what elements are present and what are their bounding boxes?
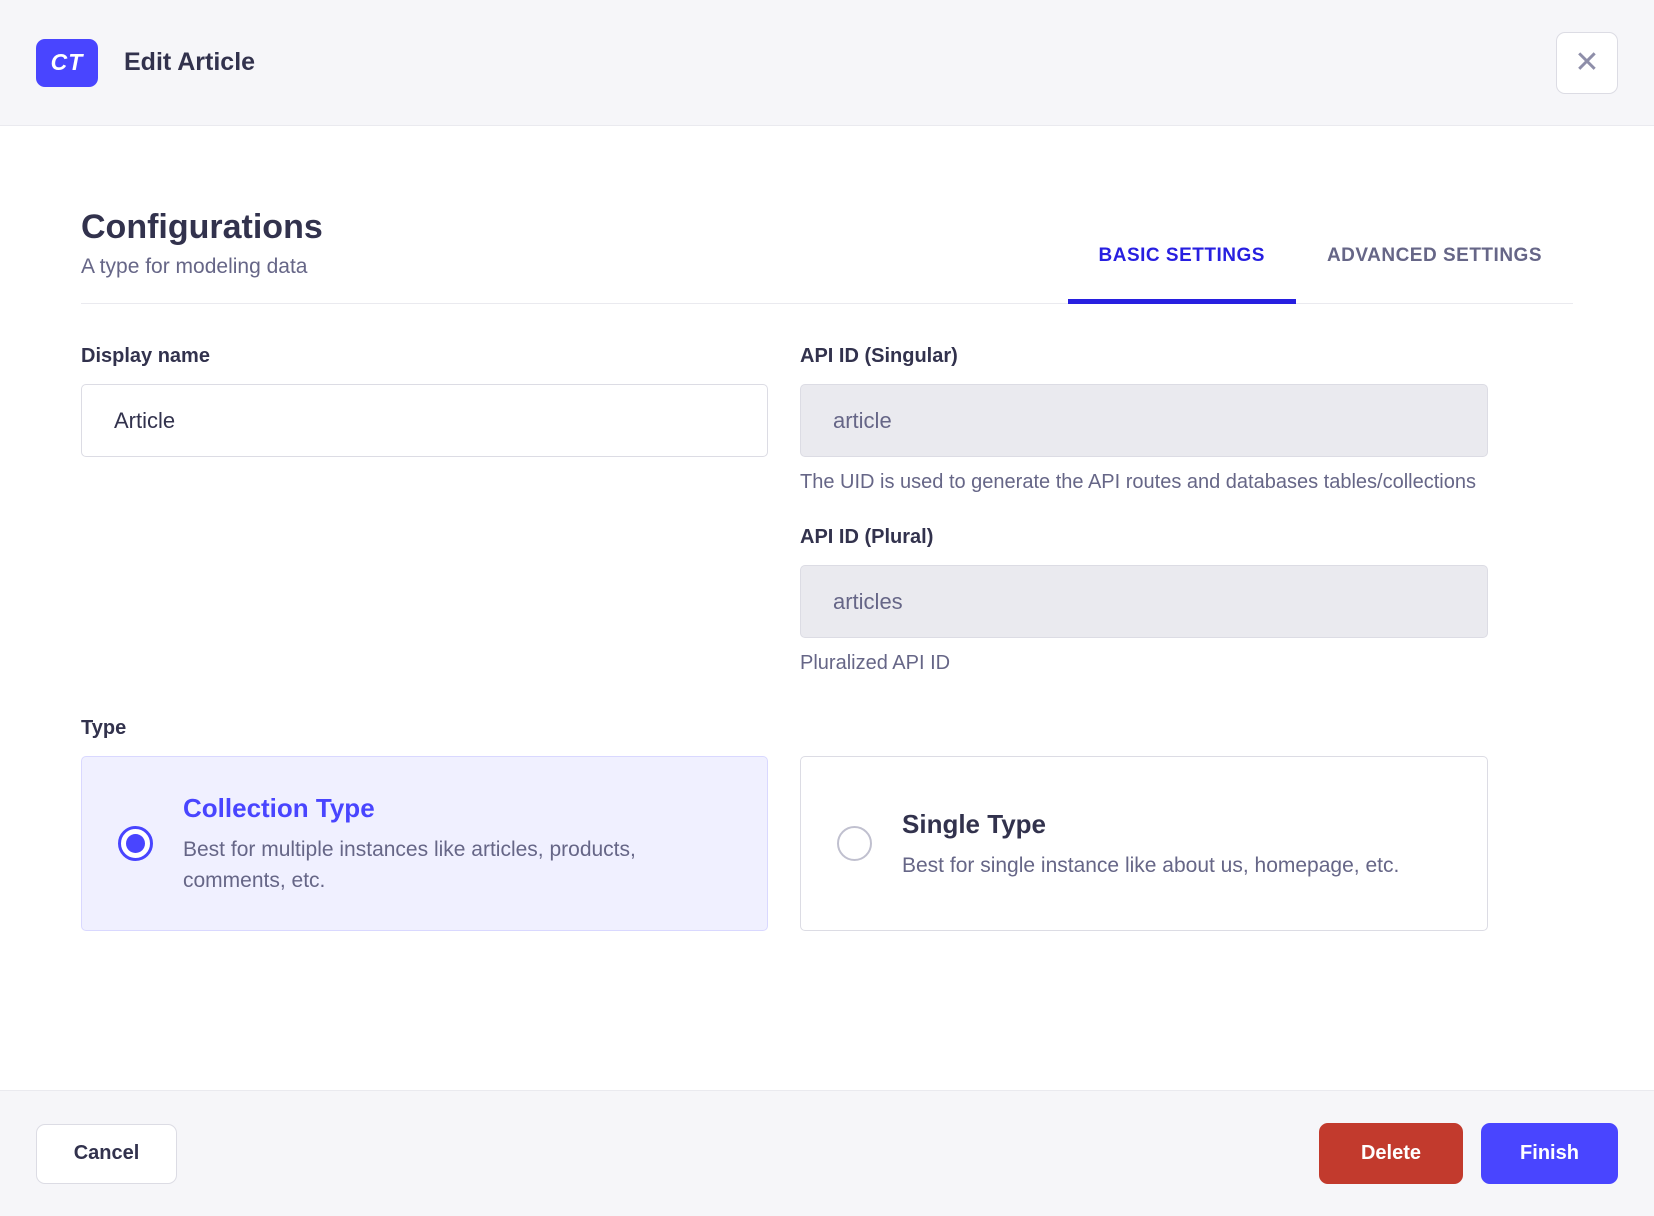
display-name-label: Display name bbox=[81, 345, 210, 367]
type-option-single[interactable]: Single Type Best for single instance lik… bbox=[800, 756, 1488, 931]
close-icon: ✕ bbox=[1574, 45, 1600, 79]
close-button[interactable]: ✕ bbox=[1556, 31, 1618, 94]
modal-header: CT Edit Article ✕ bbox=[0, 0, 1654, 126]
modal-title: Edit Article bbox=[124, 48, 256, 76]
single-type-title: Single Type bbox=[902, 808, 1046, 839]
single-type-description: Best for single instance like about us, … bbox=[902, 853, 1400, 877]
radio-single-type-icon[interactable] bbox=[837, 826, 872, 861]
content-type-badge-label: CT bbox=[50, 49, 84, 75]
footer-actions: Delete Finish bbox=[1319, 1123, 1618, 1184]
section-header: Configurations A type for modeling data … bbox=[81, 205, 1573, 304]
form-column-left: Display name bbox=[81, 342, 768, 678]
cancel-button[interactable]: Cancel bbox=[36, 1123, 177, 1184]
collection-type-texts: Collection Type Best for multiple instan… bbox=[183, 791, 728, 896]
api-id-plural-hint: Pluralized API ID bbox=[800, 652, 951, 674]
tab-advanced-settings[interactable]: ADVANCED SETTINGS bbox=[1296, 245, 1573, 303]
display-name-input[interactable] bbox=[81, 384, 768, 457]
api-id-singular-field: API ID (Singular) The UID is used to gen… bbox=[800, 342, 1488, 497]
api-id-plural-label: API ID (Plural) bbox=[800, 526, 934, 548]
collection-type-title: Collection Type bbox=[183, 793, 375, 823]
type-section-label: Type bbox=[81, 717, 127, 739]
api-id-singular-hint: The UID is used to generate the API rout… bbox=[800, 471, 1476, 493]
api-id-singular-input bbox=[800, 384, 1488, 457]
collection-type-description: Best for multiple instances like article… bbox=[183, 838, 636, 892]
page-title: Configurations bbox=[81, 208, 323, 246]
display-name-field: Display name bbox=[81, 342, 768, 457]
api-id-singular-label: API ID (Singular) bbox=[800, 345, 958, 367]
section-titles: Configurations A type for modeling data bbox=[81, 205, 323, 303]
api-id-plural-field: API ID (Plural) Pluralized API ID bbox=[800, 523, 1488, 678]
radio-collection-type-icon[interactable] bbox=[118, 826, 153, 861]
page-subtitle: A type for modeling data bbox=[81, 255, 308, 278]
content-type-badge: CT bbox=[36, 38, 98, 87]
single-type-texts: Single Type Best for single instance lik… bbox=[902, 807, 1399, 881]
modal-body: Configurations A type for modeling data … bbox=[0, 126, 1654, 931]
api-id-plural-input bbox=[800, 565, 1488, 638]
tab-basic-settings[interactable]: BASIC SETTINGS bbox=[1067, 245, 1297, 304]
type-option-collection[interactable]: Collection Type Best for multiple instan… bbox=[81, 756, 768, 931]
delete-button[interactable]: Delete bbox=[1319, 1123, 1463, 1184]
settings-tabs: BASIC SETTINGS ADVANCED SETTINGS bbox=[1067, 245, 1573, 304]
configuration-form: Display name API ID (Singular) The UID i… bbox=[81, 342, 1488, 678]
modal-footer: Cancel Delete Finish bbox=[0, 1090, 1654, 1216]
radio-selected-dot bbox=[126, 834, 145, 853]
type-options: Collection Type Best for multiple instan… bbox=[81, 756, 1488, 931]
finish-button[interactable]: Finish bbox=[1481, 1123, 1618, 1184]
form-column-right: API ID (Singular) The UID is used to gen… bbox=[800, 342, 1488, 678]
